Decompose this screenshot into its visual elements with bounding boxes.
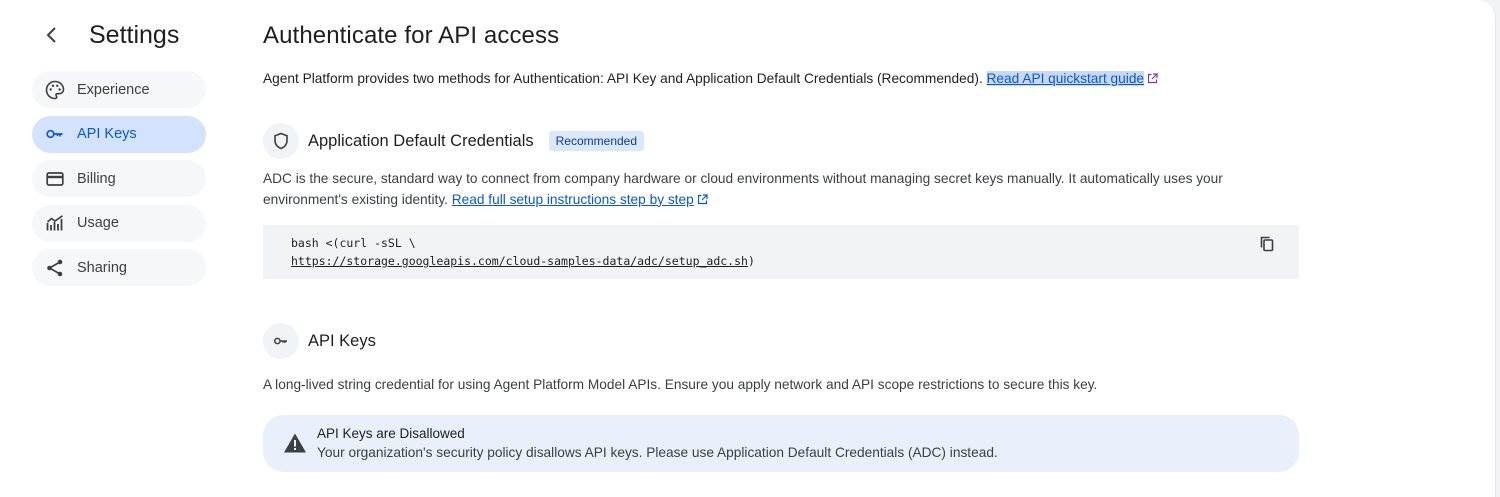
alert-title: API Keys are Disallowed: [317, 426, 465, 441]
intro-text: Agent Platform provides two methods for …: [263, 71, 1303, 86]
setup-script-url[interactable]: https://storage.googleapis.com/cloud-sam…: [291, 254, 748, 268]
chart-icon: [45, 213, 65, 233]
adc-header: Application Default Credentials Recommen…: [263, 123, 1303, 159]
sidebar: Settings Experience API Keys Billing Usa…: [32, 14, 208, 294]
sidebar-item-billing[interactable]: Billing: [32, 160, 206, 197]
alert-body: Your organization's security policy disa…: [317, 445, 998, 460]
api-keys-header: API Keys: [263, 323, 1303, 359]
sidebar-item-label: API Keys: [77, 126, 137, 142]
code-line-1: bash <(curl -sSL \: [291, 236, 416, 250]
chevron-left-icon: [46, 27, 56, 43]
adc-description: ADC is the secure, standard way to conne…: [263, 169, 1303, 210]
api-keys-disallowed-alert: API Keys are Disallowed Your organizatio…: [263, 414, 1299, 472]
settings-page: Settings Experience API Keys Billing Usa…: [0, 0, 1496, 497]
copy-icon: [1260, 236, 1274, 252]
recommended-badge: Recommended: [548, 131, 645, 151]
copy-button[interactable]: [1257, 234, 1277, 254]
code-block[interactable]: bash <(curl -sSL \ https://storage.googl…: [263, 225, 1299, 279]
sidebar-item-label: Billing: [77, 170, 116, 187]
adc-description-line2: environment's existing identity. Read fu…: [263, 190, 1303, 211]
page-title: Settings: [89, 20, 180, 49]
sidebar-item-label: Experience: [77, 81, 150, 98]
quickstart-guide-label: Read API quickstart guide: [986, 71, 1145, 86]
sidebar-item-api-keys[interactable]: API Keys: [32, 115, 206, 153]
credit-card-icon: [45, 169, 65, 189]
palette-icon: [45, 80, 65, 100]
sidebar-item-sharing[interactable]: Sharing: [32, 249, 206, 286]
code-line-2-tail: ): [747, 254, 755, 268]
alert-text: API Keys are Disallowed Your organizatio…: [317, 426, 998, 460]
warning-icon: [284, 433, 306, 453]
external-link-icon: [697, 193, 708, 204]
back-button[interactable]: [32, 15, 72, 55]
external-link-icon: [1147, 73, 1158, 84]
sidebar-item-experience[interactable]: Experience: [32, 71, 206, 108]
sidebar-header: Settings: [32, 14, 208, 56]
share-icon: [45, 258, 65, 278]
setup-instructions-label: Read full setup instructions step by ste…: [451, 191, 694, 207]
intro-body: Agent Platform provides two methods for …: [263, 71, 987, 86]
main-content: Authenticate for API access Agent Platfo…: [263, 22, 1303, 472]
setup-instructions-link[interactable]: Read full setup instructions step by ste…: [452, 192, 694, 207]
sidebar-item-label: Sharing: [77, 259, 127, 276]
adc-section: Application Default Credentials Recommen…: [263, 123, 1303, 279]
api-keys-description: A long-lived string credential for using…: [263, 377, 1098, 392]
adc-title: Application Default Credentials: [308, 131, 534, 150]
adc-description-line1: ADC is the secure, standard way to conne…: [263, 171, 1223, 186]
api-keys-section: API Keys A long-lived string credential …: [263, 323, 1303, 472]
sidebar-item-label: Usage: [77, 215, 119, 231]
shield-icon: [263, 123, 299, 159]
section-heading: Authenticate for API access: [263, 22, 560, 49]
api-keys-title: API Keys: [308, 331, 376, 350]
quickstart-guide-link[interactable]: Read API quickstart guide: [986, 71, 1145, 86]
code-line-2: https://storage.googleapis.com/cloud-sam…: [291, 252, 1299, 270]
sidebar-item-usage[interactable]: Usage: [32, 204, 206, 242]
key-icon: [263, 323, 299, 359]
sidebar-nav: Experience API Keys Billing Usage Sharin…: [32, 71, 208, 286]
adc-description-line2-text: environment's existing identity.: [263, 191, 452, 207]
key-icon: [45, 124, 65, 144]
